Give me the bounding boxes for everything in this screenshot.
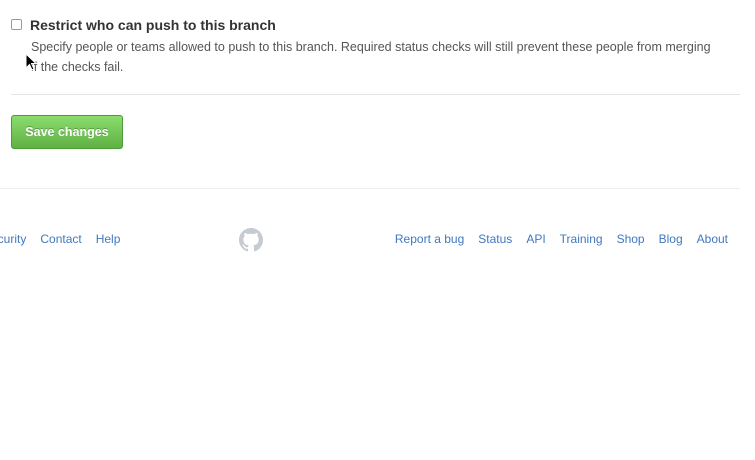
- footer-link-blog[interactable]: Blog: [659, 231, 683, 247]
- branch-protection-page: Restrict who can push to this branch Spe…: [0, 0, 755, 460]
- footer-right-links: Report a bug Status API Training Shop Bl…: [395, 231, 728, 247]
- footer-link-security[interactable]: Security: [0, 231, 26, 247]
- footer-link-contact[interactable]: Contact: [40, 231, 81, 247]
- section-divider: [11, 94, 740, 95]
- restrict-push-title: Restrict who can push to this branch: [30, 17, 276, 33]
- restrict-push-checkbox[interactable]: [11, 19, 22, 30]
- footer-link-training[interactable]: Training: [560, 231, 603, 247]
- footer-link-help[interactable]: Help: [96, 231, 121, 247]
- footer-link-shop[interactable]: Shop: [617, 231, 645, 247]
- footer-link-api[interactable]: API: [526, 231, 545, 247]
- footer-divider: [0, 188, 740, 189]
- footer-link-report-bug[interactable]: Report a bug: [395, 231, 464, 247]
- mouse-cursor-icon: [25, 53, 37, 71]
- footer-link-about[interactable]: About: [697, 231, 728, 247]
- footer-link-status[interactable]: Status: [478, 231, 512, 247]
- restrict-push-description-line1: Specify people or teams allowed to push …: [31, 40, 711, 54]
- restrict-push-setting: Restrict who can push to this branch Spe…: [11, 16, 755, 77]
- github-mark-icon[interactable]: [239, 228, 263, 252]
- save-changes-button[interactable]: Save changes: [11, 115, 123, 149]
- footer-left-links: Security Contact Help: [0, 231, 120, 247]
- restrict-push-row: Restrict who can push to this branch: [11, 16, 755, 34]
- restrict-push-description-line2: if the checks fail.: [31, 60, 124, 74]
- restrict-push-description: Specify people or teams allowed to push …: [31, 37, 755, 77]
